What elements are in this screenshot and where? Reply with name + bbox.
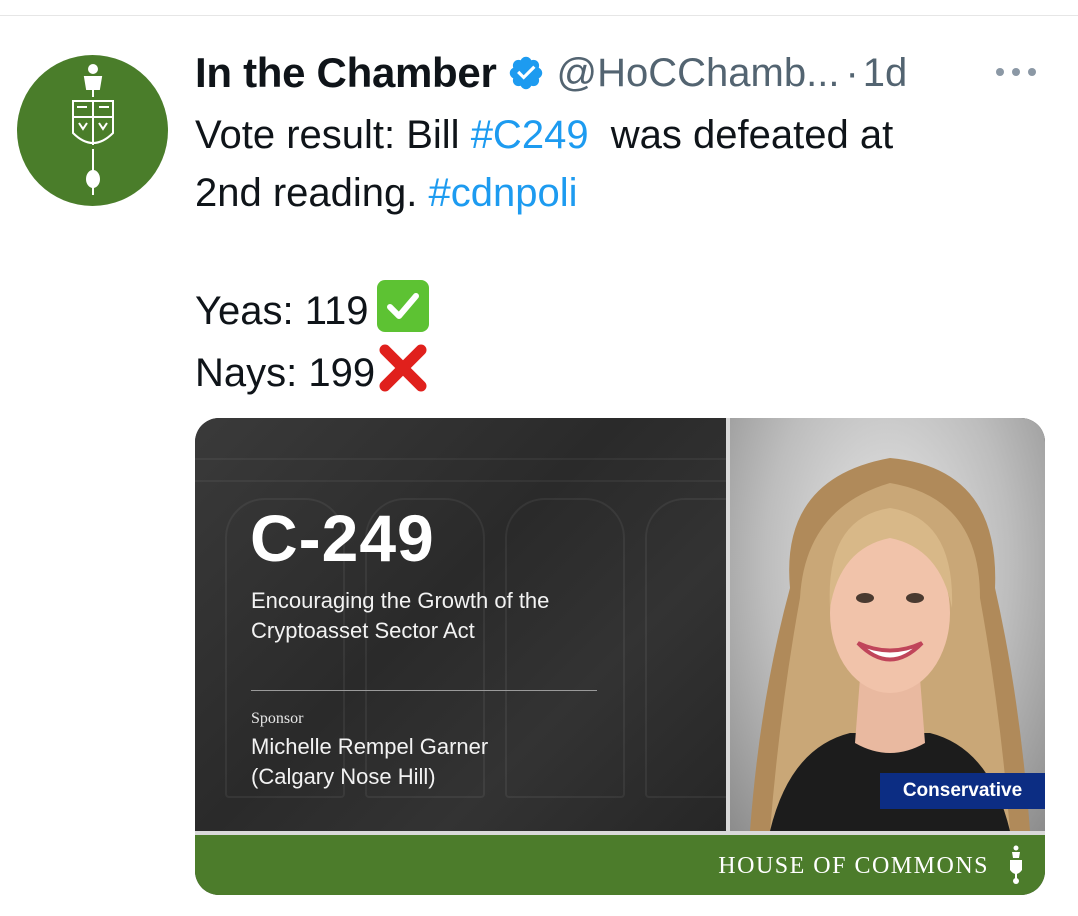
bill-title: Encouraging the Growth of the Cryptoasse… <box>251 586 671 646</box>
bill-card[interactable]: C-249 Encouraging the Growth of the Cryp… <box>195 418 1045 895</box>
house-of-commons-label: HOUSE OF COMMONS <box>718 853 989 879</box>
sponsor-riding: (Calgary Nose Hill) <box>251 764 436 789</box>
bill-title-line: Encouraging the Growth of the <box>251 588 550 613</box>
bill-title-line: Cryptoasset Sector Act <box>251 618 475 643</box>
tweet-text: Vote result: Bill #C249 was defeated at … <box>195 106 1055 402</box>
verified-badge-icon <box>509 56 542 90</box>
more-dot <box>1012 68 1020 76</box>
sponsor-photo <box>730 418 1045 831</box>
tweet-line-2: 2nd reading. #cdnpoli <box>195 164 1055 222</box>
more-dot <box>996 68 1004 76</box>
hashtag-link[interactable]: #cdnpoli <box>429 171 578 215</box>
mace-icon <box>1010 845 1022 884</box>
card-footer: HOUSE OF COMMONS <box>195 835 1045 895</box>
yeas-text: Yeas: 119 <box>195 289 369 333</box>
avatar[interactable] <box>17 55 168 206</box>
parliament-mace-crest-icon <box>71 63 114 195</box>
top-divider <box>0 15 1078 16</box>
sponsor-name: Michelle Rempel Garner <box>251 734 489 759</box>
text-segment: was defeated at <box>588 113 894 157</box>
tweet-line-1: Vote result: Bill #C249 was defeated at <box>195 106 1055 164</box>
hashtag-link[interactable]: #C249 <box>471 113 589 157</box>
text-segment: 2nd reading. <box>195 171 429 215</box>
party-badge: Conservative <box>880 773 1045 809</box>
nays-text: Nays: 199 <box>195 351 376 395</box>
tweet-header: In the Chamber @HoCChamb... · 1d <box>195 48 907 98</box>
nays-line: Nays: 199 <box>195 340 1055 402</box>
bill-number: C-249 <box>250 501 435 575</box>
divider-rule <box>251 690 597 691</box>
cross-mark-emoji <box>379 344 427 392</box>
author-handle[interactable]: @HoCChamb... <box>557 51 840 96</box>
check-mark-emoji <box>376 280 429 332</box>
sponsor-label: Sponsor <box>251 710 304 727</box>
sponsor-details: Michelle Rempel Garner (Calgary Nose Hil… <box>251 732 671 792</box>
background-beam <box>195 480 726 482</box>
card-left-panel: C-249 Encouraging the Growth of the Cryp… <box>195 418 726 831</box>
header-separator: · <box>845 50 859 95</box>
text-segment: Vote result: Bill <box>195 113 471 157</box>
timestamp[interactable]: 1d <box>863 51 908 96</box>
check-mark-icon <box>386 293 419 319</box>
more-options-icon[interactable] <box>990 52 1042 92</box>
background-beam <box>195 458 726 460</box>
display-name[interactable]: In the Chamber <box>195 49 497 97</box>
more-dot <box>1028 68 1036 76</box>
sponsor-portrait-image <box>750 458 1030 831</box>
yeas-line: Yeas: 119 <box>195 280 1055 340</box>
